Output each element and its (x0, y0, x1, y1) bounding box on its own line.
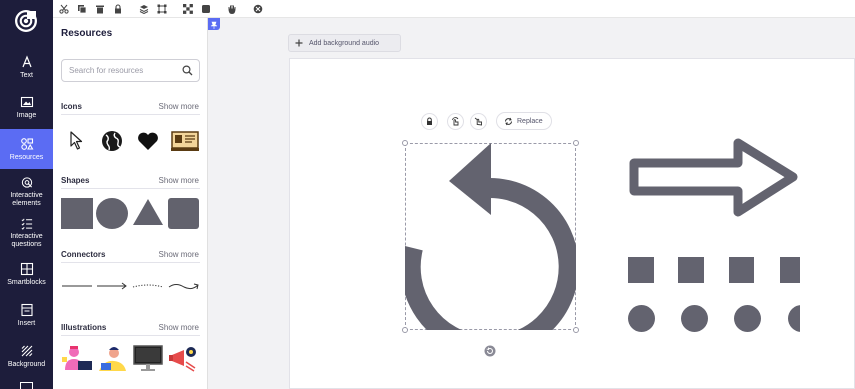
copy-icon[interactable] (75, 2, 89, 16)
nav-item-insert[interactable]: Insert (0, 303, 53, 329)
element-interaction-button[interactable] (447, 113, 464, 130)
top-toolbar (53, 0, 855, 18)
crop-icon[interactable] (155, 2, 169, 16)
audio-button-label: Add background audio (309, 39, 380, 47)
interactive-elements-icon (21, 177, 32, 188)
more-nav-icon[interactable] (20, 382, 33, 389)
nav-label-interactive-elements: Interactive elements (10, 192, 43, 207)
nav-label-image: Image (16, 112, 37, 119)
section-title-shapes: Shapes (61, 176, 90, 185)
shape-triangle[interactable] (132, 198, 164, 226)
nav-label-text: Text (20, 72, 33, 79)
icons-show-more[interactable]: Show more (159, 102, 199, 111)
shapes-show-more[interactable]: Show more (159, 176, 199, 185)
checker-icon[interactable] (181, 2, 195, 16)
illustration-person-yellow[interactable] (96, 344, 128, 372)
right-arrow-outline-icon[interactable] (626, 137, 800, 218)
image-icon (20, 96, 33, 108)
connector-dotted-curve[interactable] (132, 282, 164, 290)
replace-icon (505, 117, 512, 125)
animation-icon (474, 117, 482, 126)
id-card-icon[interactable] (171, 130, 199, 152)
nav-label-interactive-questions: Interactive questions (10, 233, 43, 248)
connector-arrow[interactable] (96, 282, 128, 290)
layers-icon[interactable] (137, 2, 151, 16)
logo-icon[interactable] (14, 9, 38, 33)
dotted-circle-2[interactable] (681, 305, 708, 332)
nav-item-text[interactable]: Text (0, 55, 53, 85)
square-icon[interactable] (199, 2, 213, 16)
divider (61, 188, 200, 189)
dotted-circle-1[interactable] (628, 305, 655, 332)
illustrations-show-more[interactable]: Show more (159, 323, 199, 332)
resources-icon (20, 138, 33, 150)
left-nav: Text Image Resources Interactive element… (0, 0, 53, 389)
dotted-square-3[interactable] (729, 257, 754, 283)
nav-label-insert: Insert (17, 320, 36, 327)
section-title-illustrations: Illustrations (61, 323, 107, 332)
pin-tag[interactable] (208, 18, 220, 30)
divider (61, 262, 200, 263)
divider (61, 335, 200, 336)
smartblocks-icon (20, 262, 33, 276)
nav-item-interactive-questions[interactable]: Interactive questions (0, 217, 53, 249)
resources-panel: Resources Search for resources Icons Sho… (53, 18, 208, 389)
globe-icon[interactable] (101, 130, 123, 152)
replace-button-label: Replace (517, 117, 543, 125)
plus-icon (295, 39, 303, 47)
element-lock-button[interactable] (421, 113, 438, 130)
nav-item-interactive-elements[interactable]: Interactive elements (0, 176, 53, 208)
nav-item-background[interactable]: Background (0, 344, 53, 370)
pin-icon (210, 21, 218, 29)
nav-label-background: Background (7, 361, 46, 368)
section-title-icons: Icons (61, 102, 82, 111)
shape-circle[interactable] (96, 198, 128, 229)
illustration-monitor[interactable] (132, 344, 164, 372)
divider (61, 114, 200, 115)
dotted-square-1[interactable] (628, 257, 654, 283)
panel-title: Resources (61, 28, 113, 39)
connector-curved-arrow[interactable] (168, 281, 200, 291)
search-placeholder: Search for resources (69, 66, 144, 75)
connectors-show-more[interactable]: Show more (159, 250, 199, 259)
insert-icon (20, 303, 33, 317)
search-icon[interactable] (182, 65, 193, 76)
dotted-circle-4[interactable] (788, 305, 800, 332)
cursor-icon[interactable] (69, 131, 85, 150)
hand-icon[interactable] (225, 2, 239, 16)
interaction-icon (452, 117, 459, 126)
scissors-icon[interactable] (57, 2, 71, 16)
shape-rounded-square[interactable] (168, 198, 199, 229)
nav-label-smartblocks: Smartblocks (7, 279, 46, 286)
text-icon (21, 55, 32, 68)
background-icon (21, 345, 32, 357)
lock-icon (427, 117, 432, 125)
search-input[interactable]: Search for resources (61, 59, 200, 82)
shape-square[interactable] (61, 198, 93, 229)
heart-icon[interactable] (137, 132, 159, 151)
editor-app: Text Image Resources Interactive element… (0, 0, 855, 389)
nav-item-resources[interactable]: Resources (0, 129, 53, 169)
section-title-connectors: Connectors (61, 250, 106, 259)
dotted-square-4[interactable] (780, 257, 800, 283)
nav-label-resources: Resources (9, 154, 44, 161)
checklist-icon (21, 218, 32, 230)
rotate-handle-icon[interactable] (484, 345, 496, 357)
trash-icon[interactable] (93, 2, 107, 16)
illustration-megaphone[interactable] (168, 344, 200, 372)
illustration-person-laptop[interactable] (61, 344, 93, 372)
nav-item-image[interactable]: Image (0, 95, 53, 125)
nav-item-smartblocks[interactable]: Smartblocks (0, 262, 53, 288)
undo-arrow-icon[interactable] (405, 143, 576, 330)
replace-button[interactable]: Replace (496, 112, 552, 130)
dotted-circle-3[interactable] (734, 305, 761, 332)
add-background-audio-button[interactable]: Add background audio (288, 34, 401, 52)
connector-line[interactable] (61, 282, 93, 290)
element-animation-button[interactable] (470, 113, 487, 130)
dotted-square-2[interactable] (678, 257, 704, 283)
lock-icon[interactable] (111, 2, 125, 16)
badge-icon[interactable] (251, 2, 265, 16)
